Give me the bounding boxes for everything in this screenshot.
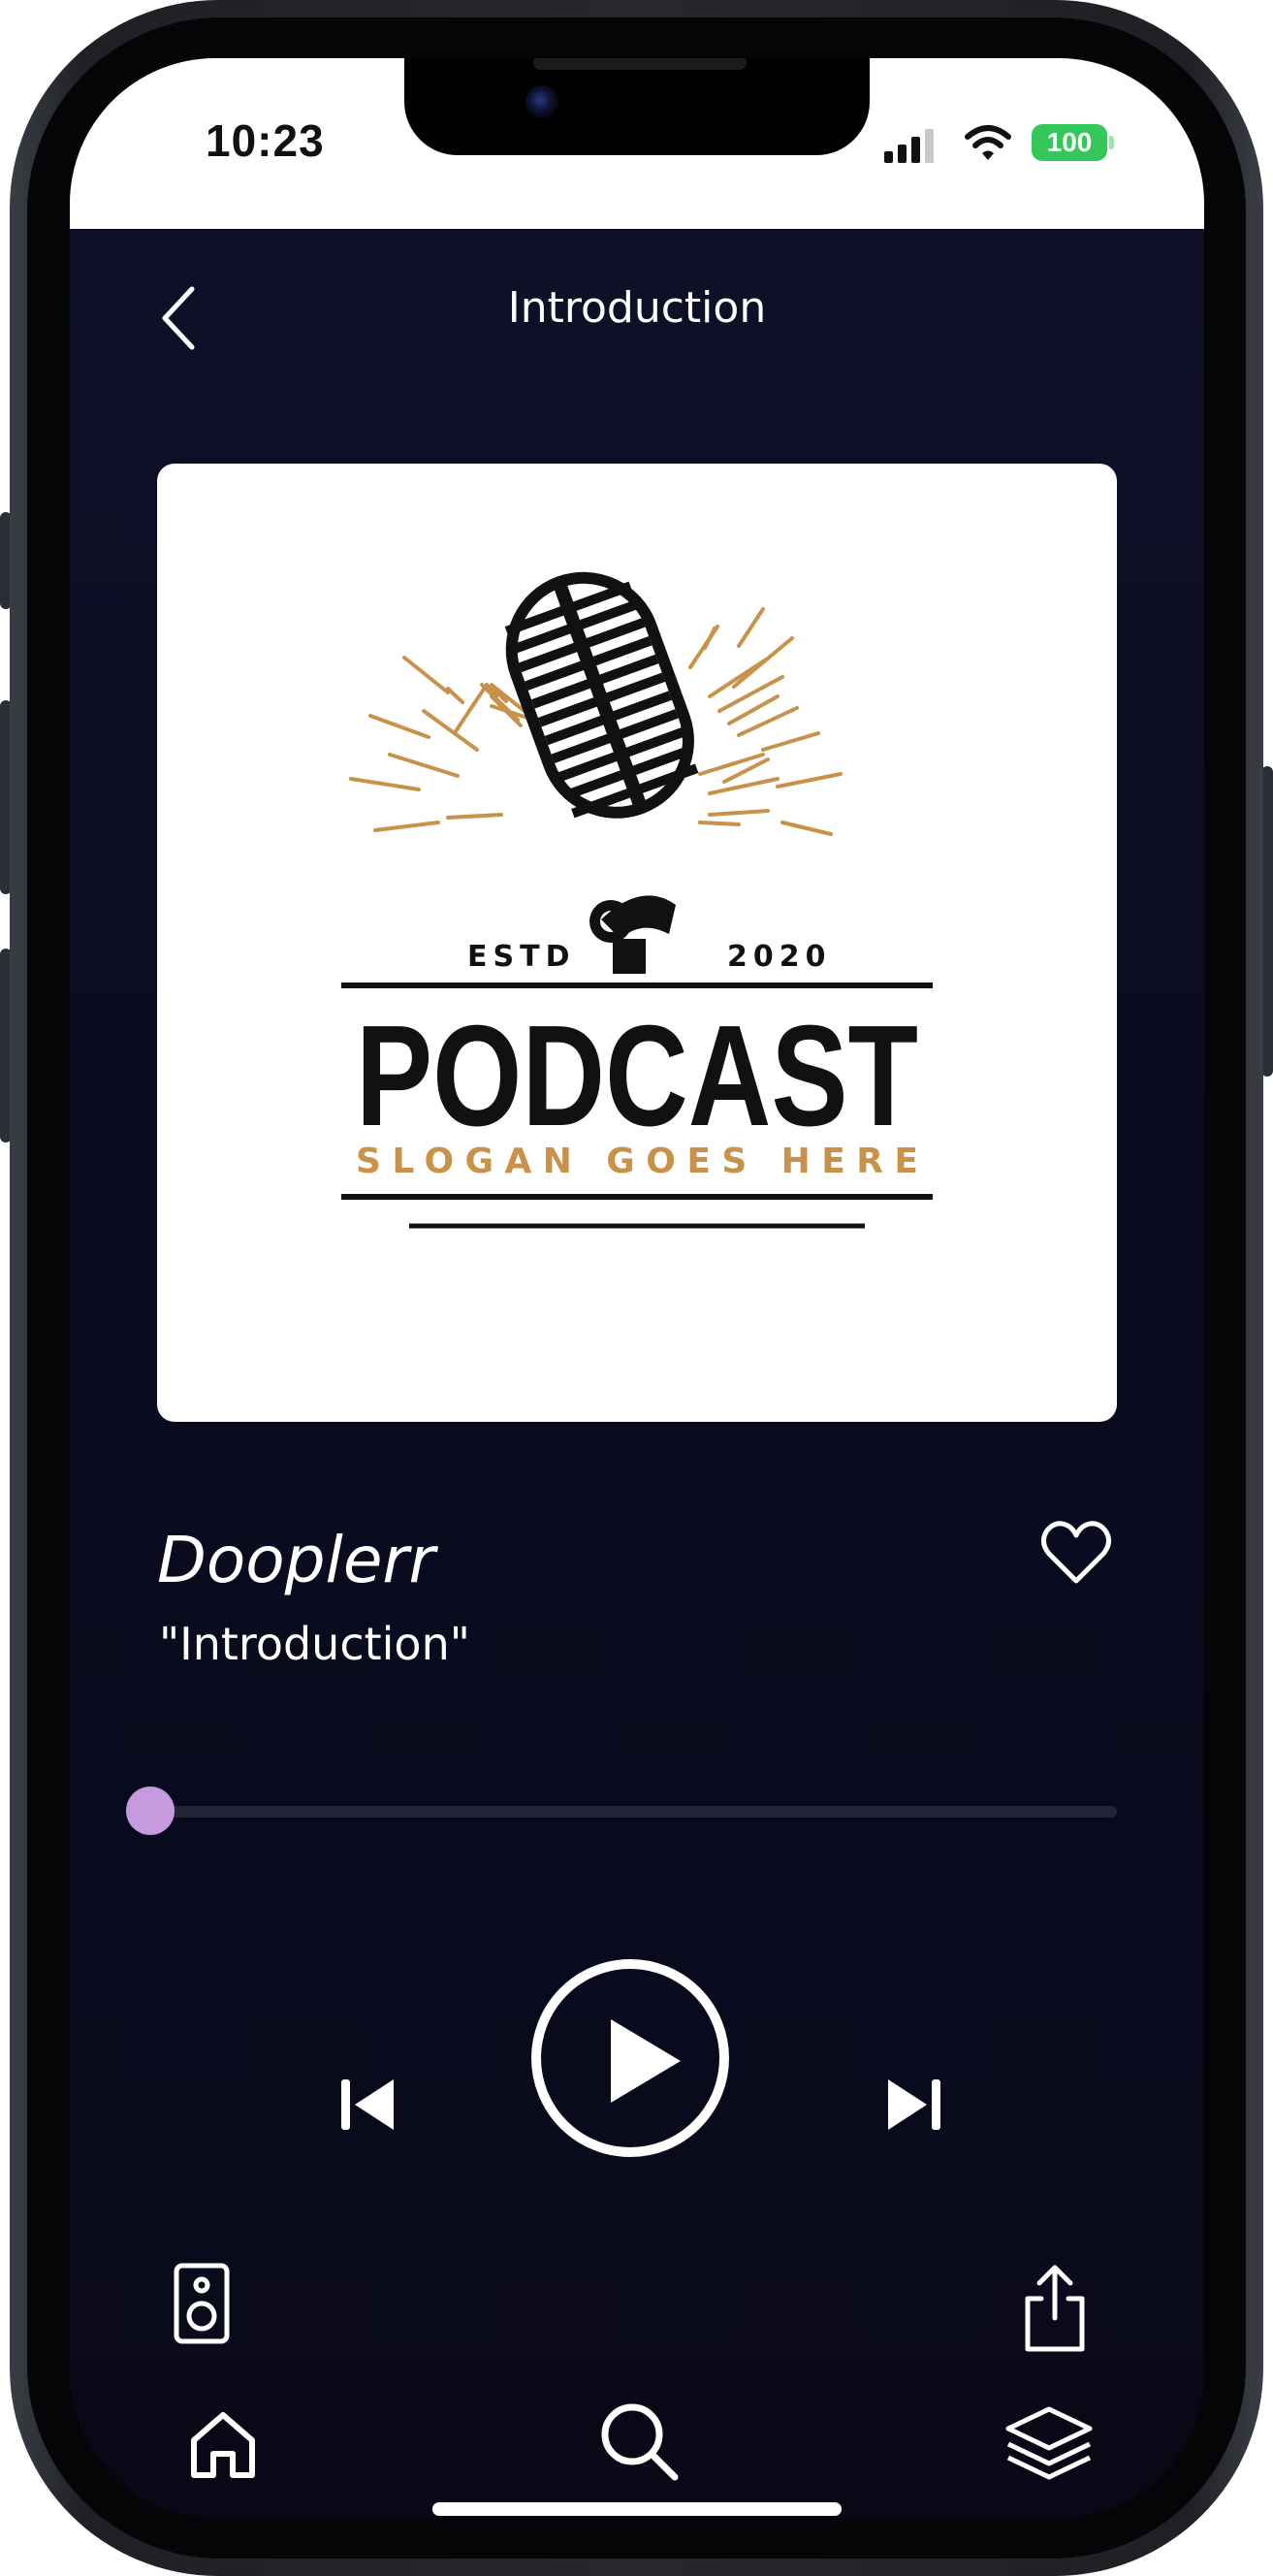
front-camera xyxy=(525,85,558,118)
skip-next-button[interactable] xyxy=(875,2066,952,2143)
show-name: Dooplerr xyxy=(157,1523,435,1597)
logo-brand: PODCAST xyxy=(356,996,918,1156)
episode-title: "Introduction" xyxy=(159,1618,470,1670)
notch xyxy=(404,58,870,155)
status-time: 10:23 xyxy=(206,115,325,166)
logo-year: 2020 xyxy=(727,940,832,974)
speaker-button[interactable] xyxy=(169,2260,237,2347)
tab-search[interactable] xyxy=(595,2398,683,2485)
phone-screen: 10:23 100 Introduction ESTD 2020 PODCAST… xyxy=(70,58,1204,2518)
skip-previous-icon xyxy=(341,2079,394,2130)
play-icon xyxy=(611,2019,681,2103)
podcast-logo: ESTD 2020 PODCAST SLOGAN GOES HERE xyxy=(341,571,933,1229)
logo-estd-label: ESTD xyxy=(467,940,575,974)
tab-home[interactable] xyxy=(184,2405,262,2483)
home-icon xyxy=(191,2412,255,2478)
podcast-artwork: ESTD 2020 PODCAST SLOGAN GOES HERE xyxy=(157,464,1117,1422)
share-button[interactable] xyxy=(1016,2260,1094,2357)
home-indicator xyxy=(432,2502,842,2516)
cellular-signal-icon xyxy=(884,129,934,163)
wifi-icon xyxy=(965,125,1011,160)
earpiece xyxy=(533,58,747,70)
skip-next-icon xyxy=(888,2079,940,2130)
progress-track[interactable] xyxy=(151,1806,1117,1818)
favorite-button[interactable] xyxy=(1037,1515,1115,1593)
progress-thumb[interactable] xyxy=(126,1787,175,1835)
battery-tip xyxy=(1109,136,1114,149)
microphone-icon xyxy=(504,571,699,974)
heart-outline-icon xyxy=(1041,1521,1111,1584)
library-layers-icon xyxy=(1005,2406,1093,2480)
tab-library[interactable] xyxy=(1001,2403,1098,2485)
share-icon xyxy=(1025,2265,1085,2352)
page-title: Introduction xyxy=(507,283,767,333)
skip-previous-button[interactable] xyxy=(330,2066,407,2143)
play-button[interactable] xyxy=(531,1959,729,2157)
search-icon xyxy=(601,2403,679,2481)
battery-indicator: 100 xyxy=(1032,124,1107,161)
speaker-icon xyxy=(174,2263,230,2344)
